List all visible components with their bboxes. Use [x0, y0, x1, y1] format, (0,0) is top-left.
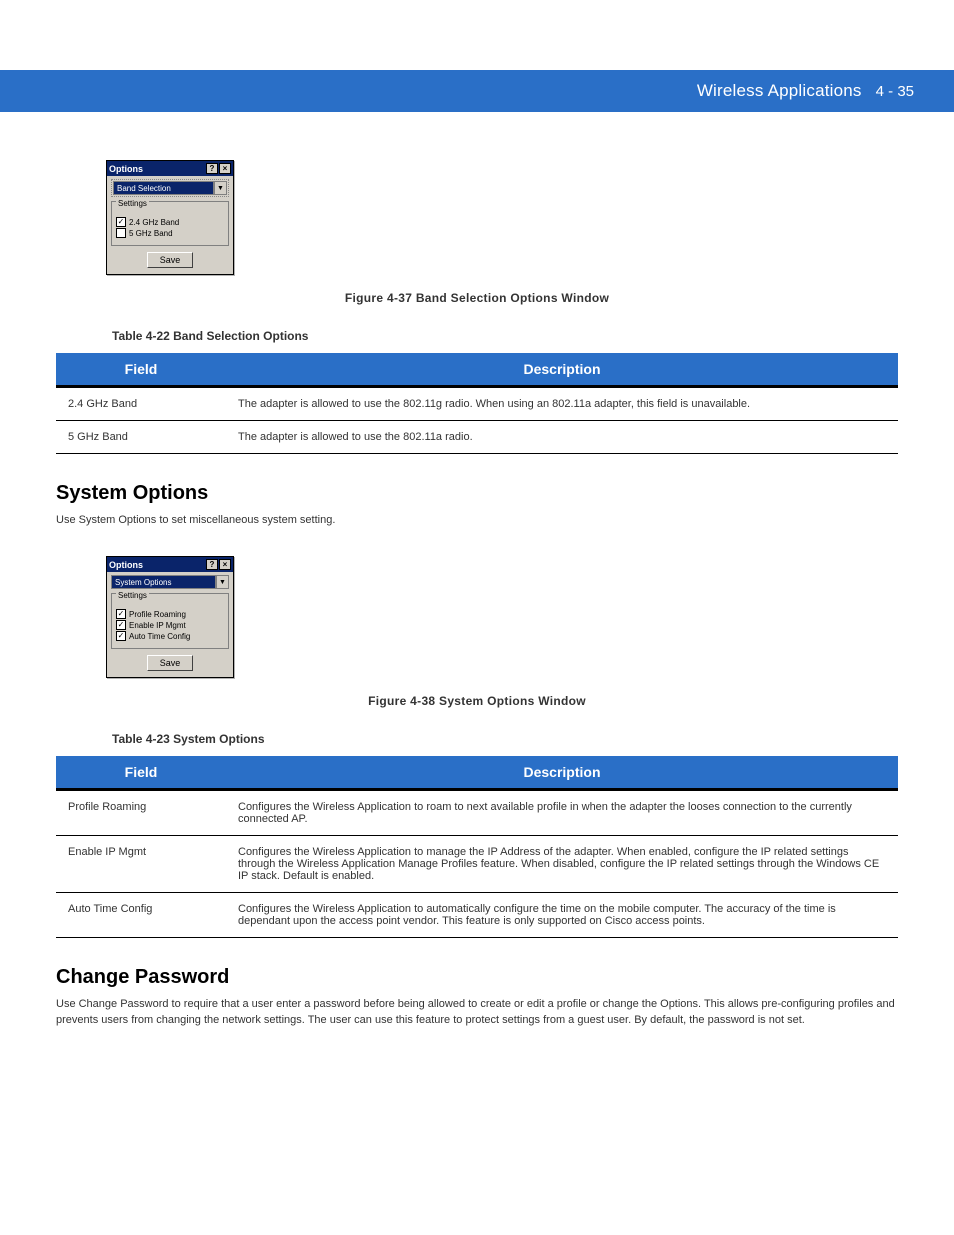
help-icon[interactable]: ?	[206, 559, 218, 570]
checkbox-label: Enable IP Mgmt	[129, 621, 186, 630]
dialog-titlebar: Options ? ×	[107, 161, 233, 176]
help-icon[interactable]: ?	[206, 163, 218, 174]
settings-legend: Settings	[116, 199, 149, 208]
col-field: Field	[56, 756, 226, 790]
settings-legend: Settings	[116, 591, 149, 600]
checkbox-label: Profile Roaming	[129, 610, 186, 619]
dropdown-value: System Options	[111, 575, 216, 589]
cell-field: 5 GHz Band	[56, 421, 226, 454]
page-header: Wireless Applications 4 - 35	[0, 70, 954, 112]
options-dialog-system: Options ? × System Options ▼ Settings ✓ …	[106, 556, 234, 678]
header-title: Wireless Applications	[697, 81, 862, 101]
checkbox-icon	[116, 228, 126, 238]
checkbox-enable-ip[interactable]: ✓ Enable IP Mgmt	[116, 620, 224, 630]
checkbox-icon: ✓	[116, 217, 126, 227]
checkbox-5ghz[interactable]: 5 GHz Band	[116, 228, 224, 238]
checkbox-profile-roaming[interactable]: ✓ Profile Roaming	[116, 609, 224, 619]
chevron-down-icon[interactable]: ▼	[216, 575, 229, 589]
chevron-down-icon[interactable]: ▼	[214, 181, 227, 195]
mode-dropdown[interactable]: Band Selection ▼	[113, 181, 227, 195]
dialog-title: Options	[109, 560, 205, 570]
figure-caption: Figure 4-38 System Options Window	[56, 694, 898, 708]
cell-desc: Configures the Wireless Application to m…	[226, 836, 898, 893]
table-row: 5 GHz Band The adapter is allowed to use…	[56, 421, 898, 454]
cell-desc: Configures the Wireless Application to a…	[226, 893, 898, 938]
change-password-intro: Use Change Password to require that a us…	[56, 997, 898, 1028]
options-dialog-band: Options ? × Band Selection ▼ Settings ✓ …	[106, 160, 234, 275]
cell-desc: The adapter is allowed to use the 802.11…	[226, 387, 898, 421]
mode-dropdown[interactable]: System Options ▼	[111, 575, 229, 589]
col-field: Field	[56, 353, 226, 387]
cell-field: Enable IP Mgmt	[56, 836, 226, 893]
save-button[interactable]: Save	[147, 252, 193, 268]
cell-desc: Configures the Wireless Application to r…	[226, 790, 898, 836]
checkbox-label: 2.4 GHz Band	[129, 218, 179, 227]
dialog-titlebar: Options ? ×	[107, 557, 233, 572]
cell-field: 2.4 GHz Band	[56, 387, 226, 421]
checkbox-2-4ghz[interactable]: ✓ 2.4 GHz Band	[116, 217, 224, 227]
save-button[interactable]: Save	[147, 655, 193, 671]
system-options-intro: Use System Options to set miscellaneous …	[56, 513, 898, 528]
close-icon[interactable]: ×	[219, 559, 231, 570]
table-row: Auto Time Config Configures the Wireless…	[56, 893, 898, 938]
cell-field: Auto Time Config	[56, 893, 226, 938]
header-page-number: 4 - 35	[876, 83, 914, 100]
table-row: Enable IP Mgmt Configures the Wireless A…	[56, 836, 898, 893]
system-options-table: Field Description Profile Roaming Config…	[56, 756, 898, 938]
col-description: Description	[226, 353, 898, 387]
checkbox-icon: ✓	[116, 631, 126, 641]
close-icon[interactable]: ×	[219, 163, 231, 174]
figure-caption: Figure 4-37 Band Selection Options Windo…	[56, 291, 898, 305]
dialog-title: Options	[109, 164, 205, 174]
section-system-options: System Options	[56, 482, 898, 505]
table-caption: Table 4-22 Band Selection Options	[112, 329, 898, 343]
table-row: Profile Roaming Configures the Wireless …	[56, 790, 898, 836]
checkbox-label: Auto Time Config	[129, 632, 190, 641]
col-description: Description	[226, 756, 898, 790]
checkbox-icon: ✓	[116, 620, 126, 630]
checkbox-auto-time[interactable]: ✓ Auto Time Config	[116, 631, 224, 641]
band-selection-table: Field Description 2.4 GHz Band The adapt…	[56, 353, 898, 454]
dropdown-value: Band Selection	[113, 181, 214, 195]
cell-desc: The adapter is allowed to use the 802.11…	[226, 421, 898, 454]
cell-field: Profile Roaming	[56, 790, 226, 836]
table-row: 2.4 GHz Band The adapter is allowed to u…	[56, 387, 898, 421]
checkbox-icon: ✓	[116, 609, 126, 619]
checkbox-label: 5 GHz Band	[129, 229, 173, 238]
table-caption: Table 4-23 System Options	[112, 732, 898, 746]
section-change-password: Change Password	[56, 966, 898, 989]
